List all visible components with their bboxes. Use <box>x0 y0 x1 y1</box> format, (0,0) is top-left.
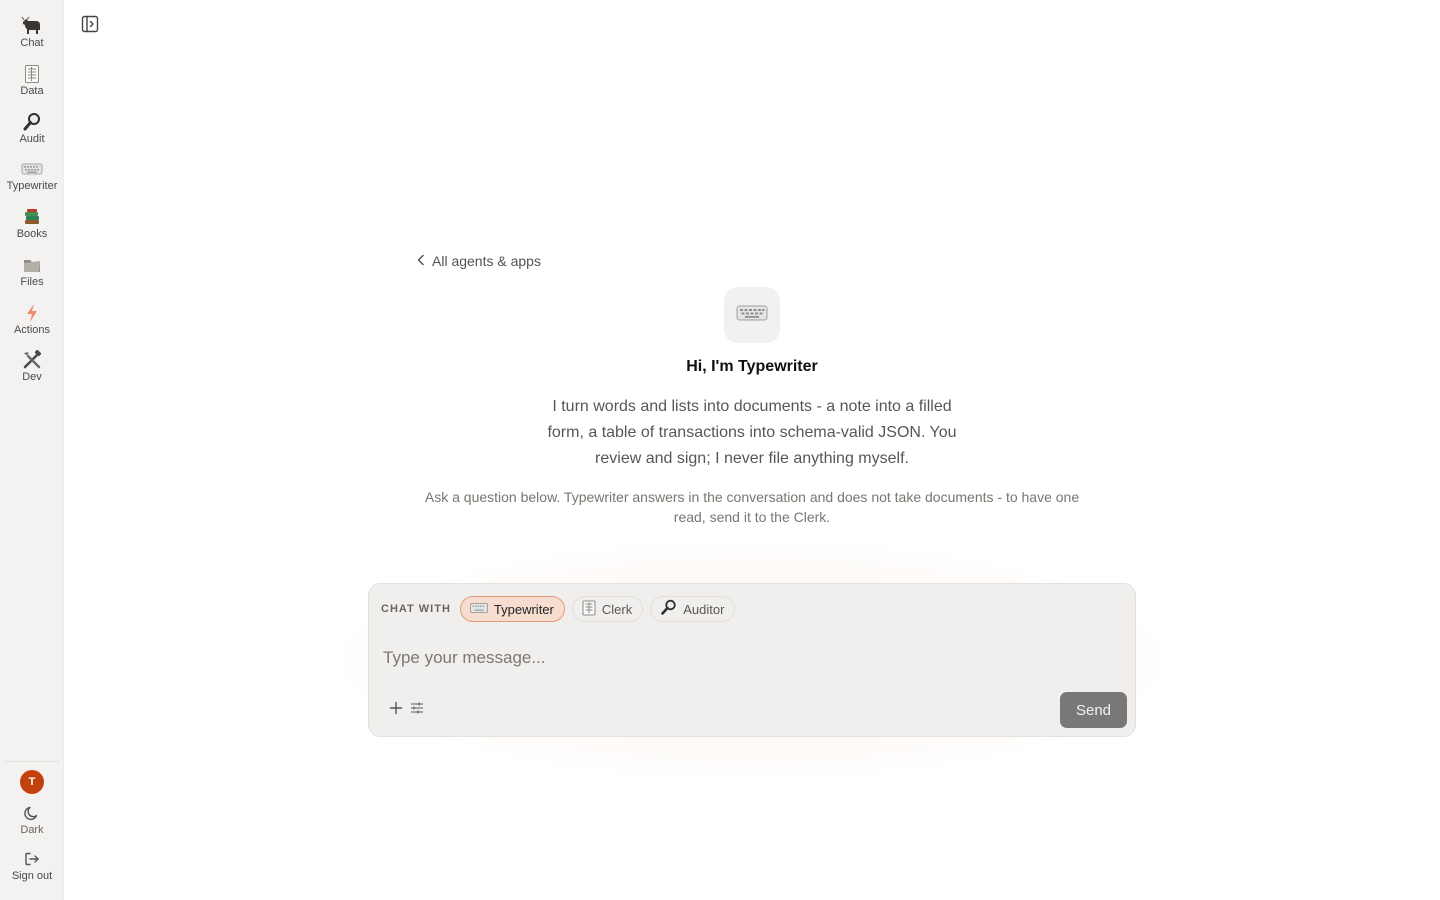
theme-toggle-button[interactable]: Dark <box>0 803 64 847</box>
lightning-icon <box>24 303 40 323</box>
sidebar-item-chat[interactable]: Chat <box>0 16 64 60</box>
sign-out-label: Sign out <box>11 870 53 882</box>
ledger-icon <box>24 64 40 84</box>
agent-chip-auditor[interactable]: Auditor <box>650 596 736 622</box>
agent-greeting: Hi, I'm Typewriter <box>686 358 818 375</box>
sidebar-item-label: Data <box>20 85 44 97</box>
agent-avatar <box>724 287 780 343</box>
sidebar-item-label: Actions <box>13 324 51 336</box>
agent-chip-label: Typewriter <box>493 601 554 617</box>
sidebar: Chat Data Audit Typewriter Books Files A… <box>0 0 64 900</box>
tools-icon <box>22 350 42 370</box>
message-composer: CHAT WITH Typewriter Clerk Auditor Type … <box>368 583 1136 737</box>
sidebar-toggle-button[interactable] <box>79 15 101 37</box>
user-avatar[interactable]: T <box>20 770 44 794</box>
back-to-agents-link[interactable]: All agents & apps <box>416 251 541 271</box>
attach-button[interactable] <box>386 700 406 720</box>
sidebar-item-dev[interactable]: Dev <box>0 350 64 394</box>
sign-out-button[interactable]: Sign out <box>0 849 64 893</box>
panel-toggle-icon <box>81 15 99 38</box>
sidebar-item-audit[interactable]: Audit <box>0 112 64 156</box>
theme-label: Dark <box>20 824 44 836</box>
sliders-icon <box>410 701 424 720</box>
chat-with-label: CHAT WITH <box>381 603 451 615</box>
magnifier-icon <box>660 599 677 619</box>
keyboard-icon <box>736 303 768 328</box>
chevron-left-icon <box>416 253 426 269</box>
usage-hint: Ask a question below. Typewriter answers… <box>424 489 1080 525</box>
ledger-icon <box>582 600 596 619</box>
magnifier-icon <box>22 112 42 132</box>
ox-icon <box>21 16 43 36</box>
send-button[interactable]: Send <box>1060 692 1127 728</box>
app-root: Chat Data Audit Typewriter Books Files A… <box>0 0 1440 900</box>
sidebar-item-label: Typewriter <box>6 180 58 192</box>
sidebar-item-label: Dev <box>22 371 42 383</box>
back-link-label: All agents & apps <box>432 253 541 269</box>
agent-chip-label: Auditor <box>683 601 725 617</box>
message-input[interactable] <box>383 644 1113 672</box>
keyboard-icon <box>469 602 488 617</box>
sidebar-item-data[interactable]: Data <box>0 64 64 108</box>
sidebar-item-label: Audit <box>19 133 45 145</box>
sidebar-item-files[interactable]: Files <box>0 255 64 299</box>
sidebar-item-label: Books <box>16 228 48 240</box>
settings-sliders-button[interactable] <box>407 700 427 720</box>
agent-chip-label: Clerk <box>601 601 633 617</box>
sidebar-item-actions[interactable]: Actions <box>0 303 64 347</box>
sidebar-divider <box>4 761 60 762</box>
keyboard-icon <box>21 159 43 179</box>
sidebar-item-label: Chat <box>20 37 44 49</box>
sidebar-item-label: Files <box>20 276 44 288</box>
plus-icon <box>389 701 403 720</box>
agent-description: I turn words and lists into documents - … <box>547 398 957 467</box>
agent-selector: CHAT WITH Typewriter Clerk Auditor <box>381 596 736 622</box>
agent-chip-typewriter[interactable]: Typewriter <box>459 596 565 622</box>
agent-chip-clerk[interactable]: Clerk <box>571 596 644 622</box>
folder-icon <box>22 255 42 275</box>
sidebar-item-typewriter[interactable]: Typewriter <box>0 159 64 203</box>
sidebar-item-books[interactable]: Books <box>0 207 64 251</box>
books-icon <box>23 207 41 227</box>
sign-out-icon <box>24 849 40 869</box>
moon-icon <box>24 803 40 823</box>
